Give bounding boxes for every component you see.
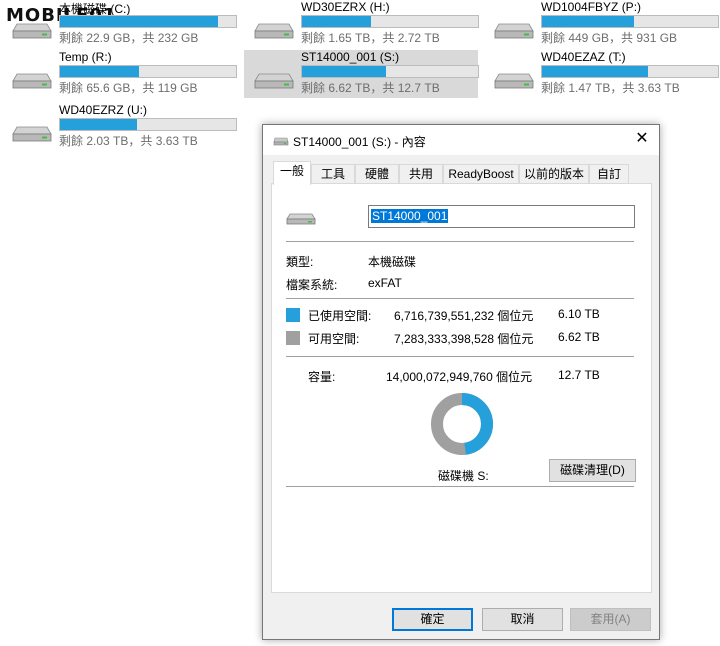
hard-drive-icon (12, 23, 52, 39)
free-space-swatch (286, 331, 300, 345)
filesystem-label: 檔案系統: (286, 278, 338, 292)
drive-size-text: 剩餘 65.6 GB，共 119 GB (59, 81, 198, 95)
drive-usage-bar (541, 65, 719, 78)
filesystem-value: exFAT (368, 276, 402, 290)
drive-usage-bar (301, 65, 479, 78)
drive-usage-bar (59, 65, 237, 78)
drive-large-icon (286, 213, 316, 225)
divider (286, 298, 634, 299)
drive-name: WD40EZRZ (U:) (59, 103, 147, 117)
used-space-label: 已使用空間: (308, 309, 372, 323)
hard-drive-icon (12, 73, 52, 89)
drive-usage-fill (302, 66, 387, 77)
drive-name: ST14000_001 (S:) (301, 50, 400, 64)
disk-cleanup-button[interactable]: 磁碟清理(D) (549, 459, 636, 482)
drive-usage-bar (59, 15, 237, 28)
drive-usage-fill (302, 16, 371, 27)
volume-name-input[interactable]: ST14000_001 (368, 205, 635, 228)
drive-item[interactable]: 本機磁碟 (C:) 剩餘 22.9 GB，共 232 GB (2, 0, 238, 48)
drive-name: WD40EZAZ (T:) (541, 50, 626, 64)
cancel-button[interactable]: 取消 (482, 608, 563, 631)
drive-size-text: 剩餘 22.9 GB，共 232 GB (59, 31, 199, 45)
drive-usage-bar (301, 15, 479, 28)
used-space-swatch (286, 308, 300, 322)
drive-item[interactable]: WD40EZRZ (U:) 剩餘 2.03 TB，共 3.63 TB (2, 103, 238, 151)
hard-drive-icon (12, 126, 52, 142)
type-value: 本機磁碟 (368, 255, 417, 269)
drive-item[interactable]: Temp (R:) 剩餘 65.6 GB，共 119 GB (2, 50, 238, 98)
drive-name: WD1004FBYZ (P:) (541, 0, 642, 14)
drive-item[interactable]: ST14000_001 (S:) 剩餘 6.62 TB，共 12.7 TB (244, 50, 479, 98)
ok-button[interactable]: 確定 (392, 608, 473, 631)
drive-size-text: 剩餘 1.65 TB，共 2.72 TB (301, 31, 440, 45)
drive-item[interactable]: WD1004FBYZ (P:) 剩餘 449 GB，共 931 GB (484, 0, 720, 48)
tab-readyboost[interactable]: ReadyBoost (443, 164, 519, 184)
hard-drive-icon (494, 23, 534, 39)
drive-label: 磁碟機 S: (438, 469, 489, 483)
drive-usage-fill (60, 16, 219, 27)
capacity-label: 容量: (308, 370, 336, 384)
free-space-label: 可用空間: (308, 332, 360, 346)
tab-sharing[interactable]: 共用 (399, 164, 443, 184)
drive-size-text: 剩餘 1.47 TB，共 3.63 TB (541, 81, 680, 95)
free-space-size: 6.62 TB (558, 330, 600, 344)
divider (286, 356, 634, 357)
drive-size-text: 剩餘 6.62 TB，共 12.7 TB (301, 81, 440, 95)
drive-usage-fill (542, 16, 634, 27)
close-icon[interactable]: ✕ (625, 125, 659, 155)
volume-name-text: ST14000_001 (371, 209, 449, 223)
drive-icon (273, 137, 289, 146)
tab-tools[interactable]: 工具 (311, 164, 355, 184)
drive-name: WD30EZRX (H:) (301, 0, 390, 14)
drive-usage-fill (60, 66, 140, 77)
used-space-size: 6.10 TB (558, 307, 600, 321)
tab-hardware[interactable]: 硬體 (355, 164, 399, 184)
drive-item[interactable]: WD40EZAZ (T:) 剩餘 1.47 TB，共 3.63 TB (484, 50, 720, 98)
tab-previous-versions[interactable]: 以前的版本 (519, 164, 589, 184)
tab-customize[interactable]: 自訂 (589, 164, 629, 184)
drive-item[interactable]: WD30EZRX (H:) 剩餘 1.65 TB，共 2.72 TB (244, 0, 479, 48)
hard-drive-icon (254, 23, 294, 39)
general-panel: ST14000_001 類型: 本機磁碟 檔案系統: exFAT 已使用空間: … (271, 183, 652, 593)
drive-usage-bar (59, 118, 237, 131)
type-label: 類型: (286, 255, 314, 269)
drive-name: Temp (R:) (59, 50, 112, 64)
usage-donut-chart (431, 393, 493, 455)
hard-drive-icon (254, 73, 294, 89)
hard-drive-icon (494, 73, 534, 89)
free-space-bytes: 7,283,333,398,528 個位元 (394, 332, 534, 346)
properties-dialog: ST14000_001 (S:) - 內容 ✕ 一般 工具 硬體 共用 Read… (262, 124, 660, 640)
drive-usage-bar (541, 15, 719, 28)
capacity-size: 12.7 TB (558, 368, 600, 382)
used-space-bytes: 6,716,739,551,232 個位元 (394, 309, 534, 323)
capacity-bytes: 14,000,072,949,760 個位元 (386, 370, 533, 384)
drive-usage-fill (542, 66, 648, 77)
drive-usage-fill (60, 119, 138, 130)
drive-size-text: 剩餘 2.03 TB，共 3.63 TB (59, 134, 198, 148)
divider (286, 241, 634, 242)
tab-general[interactable]: 一般 (273, 161, 311, 185)
used-space-arc (461, 393, 493, 455)
apply-button[interactable]: 套用(A) (570, 608, 651, 631)
drive-size-text: 剩餘 449 GB，共 931 GB (541, 31, 678, 45)
dialog-title: ST14000_001 (S:) - 內容 (293, 135, 426, 149)
divider (286, 486, 634, 487)
title-bar[interactable]: ST14000_001 (S:) - 內容 ✕ (263, 125, 659, 155)
